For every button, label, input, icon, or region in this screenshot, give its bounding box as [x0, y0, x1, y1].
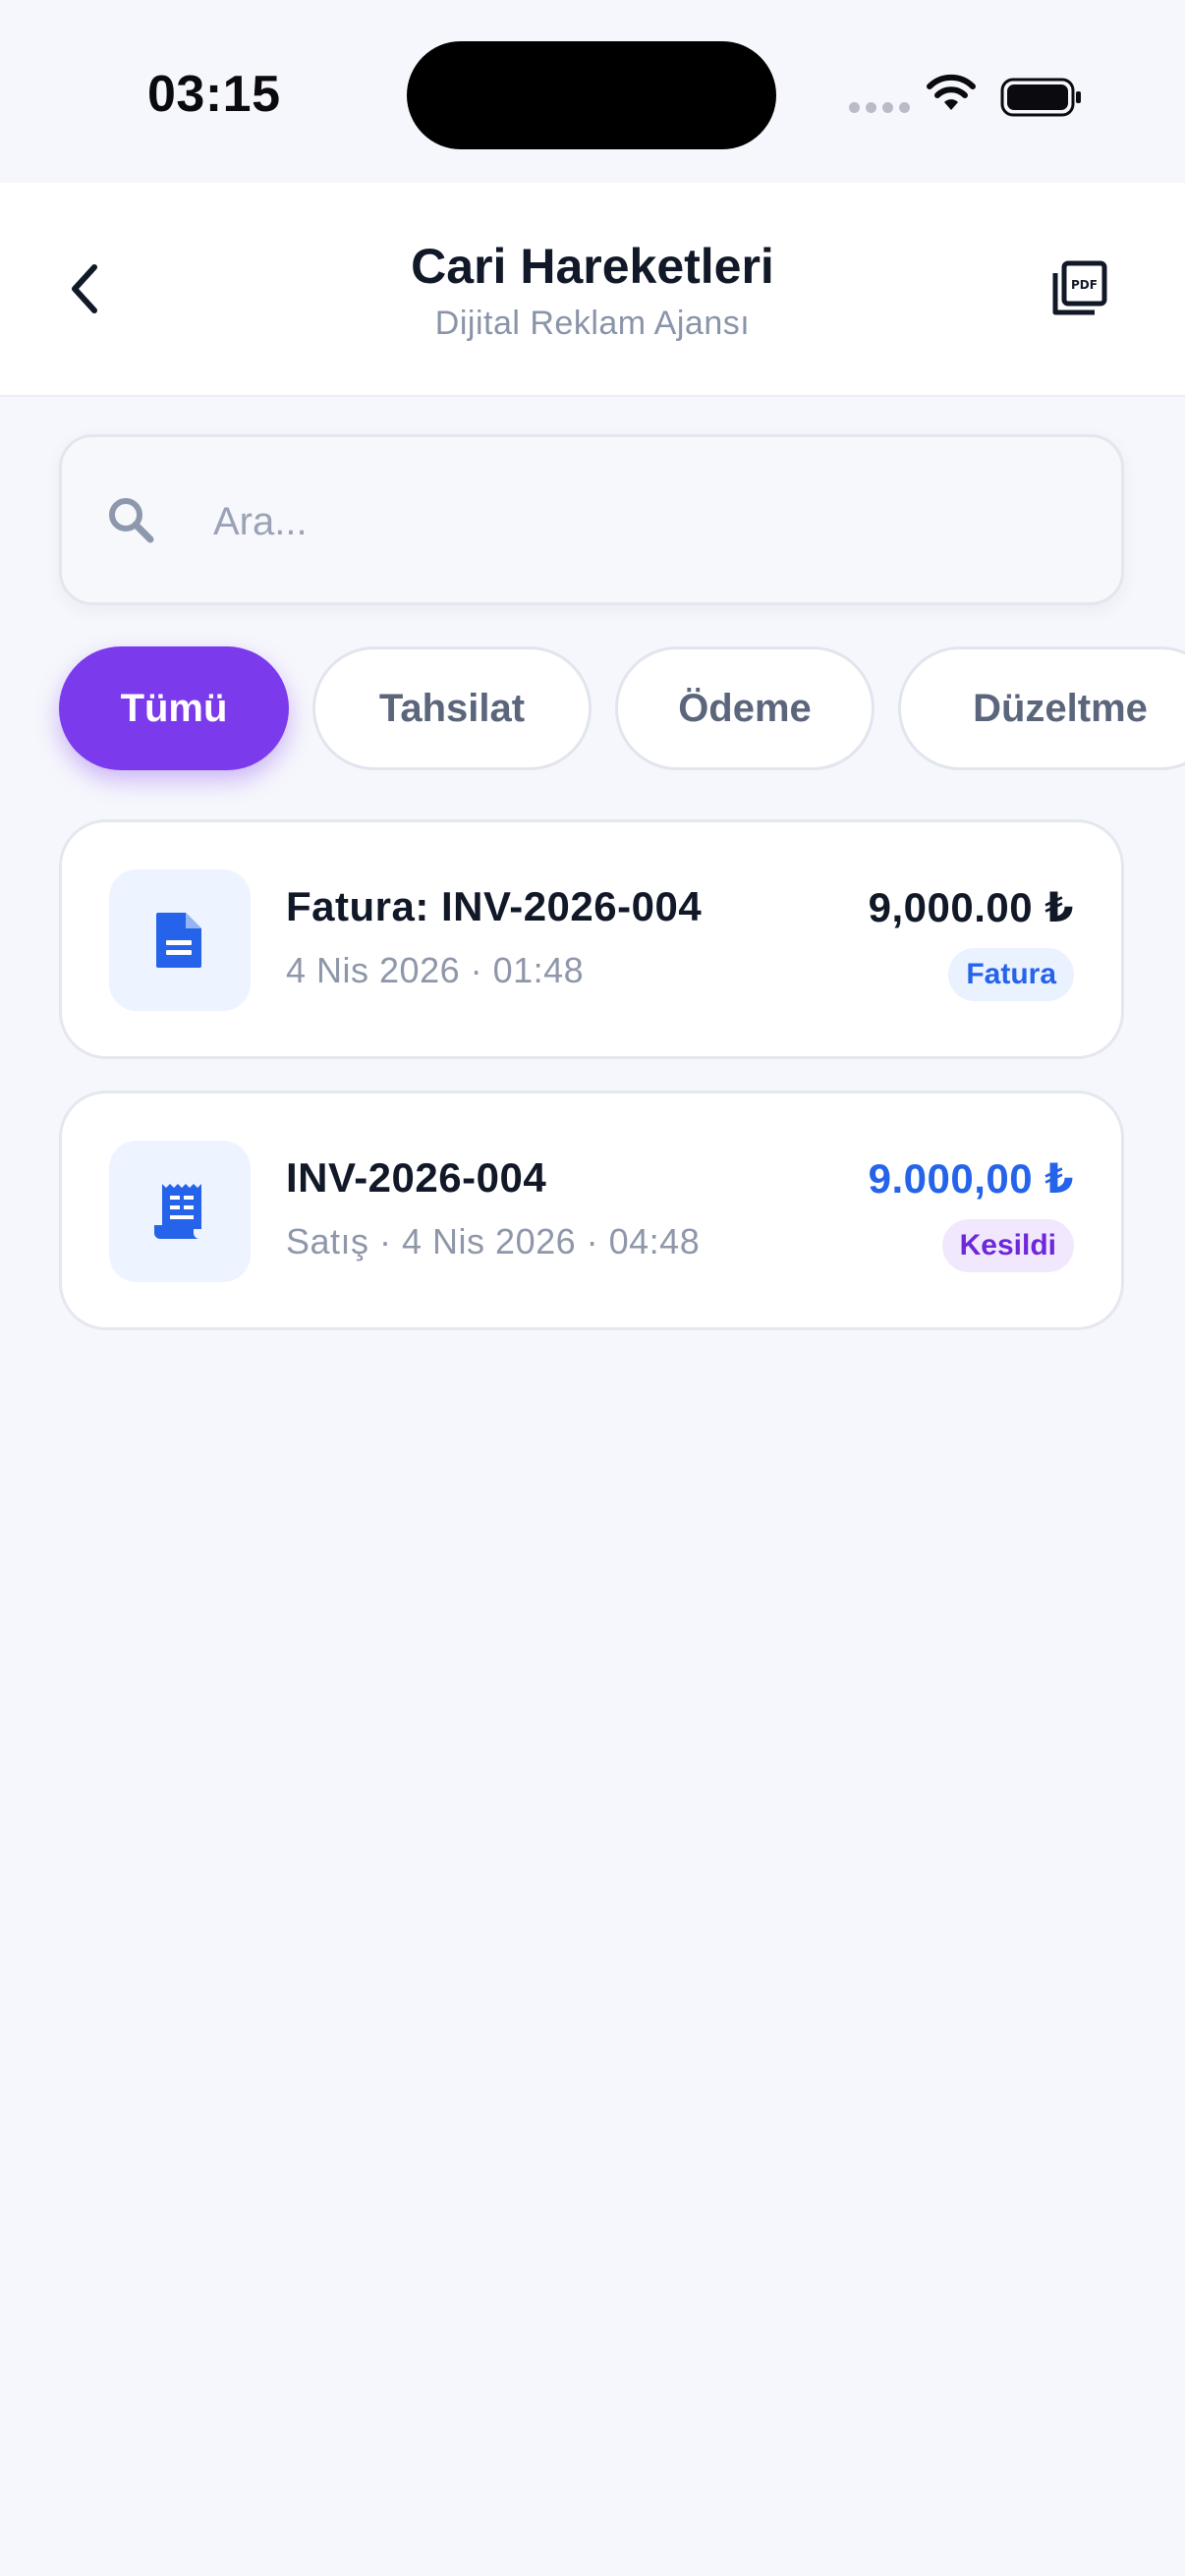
pdf-export-button[interactable]: PDF [1047, 257, 1110, 320]
transaction-date: 4 Nis 2026 · 01:48 [286, 950, 585, 990]
dynamic-island [407, 41, 776, 149]
search-input[interactable] [211, 486, 1080, 557]
battery-icon [1000, 78, 1081, 117]
app-header: Cari Hareketleri Dijital Reklam Ajansı P… [0, 183, 1185, 397]
wifi-icon [927, 74, 976, 110]
page-subtitle: Dijital Reklam Ajansı [434, 305, 751, 342]
transaction-status-badge: Kesildi [941, 1219, 1074, 1272]
filter-chip-duzeltme[interactable]: Düzeltme [898, 646, 1185, 770]
transaction-type-badge: Fatura [948, 948, 1074, 1001]
transaction-card[interactable]: INV-2026-004 Satış · 4 Nis 2026 · 04:48 … [59, 1091, 1124, 1330]
search-bar [59, 434, 1124, 605]
document-icon [156, 913, 201, 968]
receipt-icon [154, 1184, 201, 1239]
transaction-card[interactable]: Fatura: INV-2026-004 4 Nis 2026 · 01:48 … [59, 819, 1124, 1059]
transaction-amount: 9,000.00 ₺ [868, 884, 1074, 930]
cellular-signal-icon [849, 102, 910, 113]
transaction-date: Satış · 4 Nis 2026 · 04:48 [286, 1221, 701, 1261]
filter-chip-tahsilat[interactable]: Tahsilat [312, 646, 592, 770]
transaction-amount: 9.000,00 ₺ [868, 1155, 1074, 1202]
transaction-icon-box [109, 869, 251, 1011]
svg-text:PDF: PDF [1071, 278, 1098, 292]
transaction-title: Fatura: INV-2026-004 [286, 883, 703, 929]
page-title: Cari Hareketleri [411, 239, 774, 294]
pdf-export-icon: PDF [1052, 260, 1107, 315]
status-time: 03:15 [147, 66, 281, 123]
status-bar: 03:15 [0, 0, 1185, 183]
transaction-icon-box [109, 1141, 251, 1282]
filter-chip-odeme[interactable]: Ödeme [615, 646, 875, 770]
filter-chip-tumu[interactable]: Tümü [59, 646, 289, 770]
search-icon [109, 498, 154, 543]
transaction-title: INV-2026-004 [286, 1154, 547, 1201]
